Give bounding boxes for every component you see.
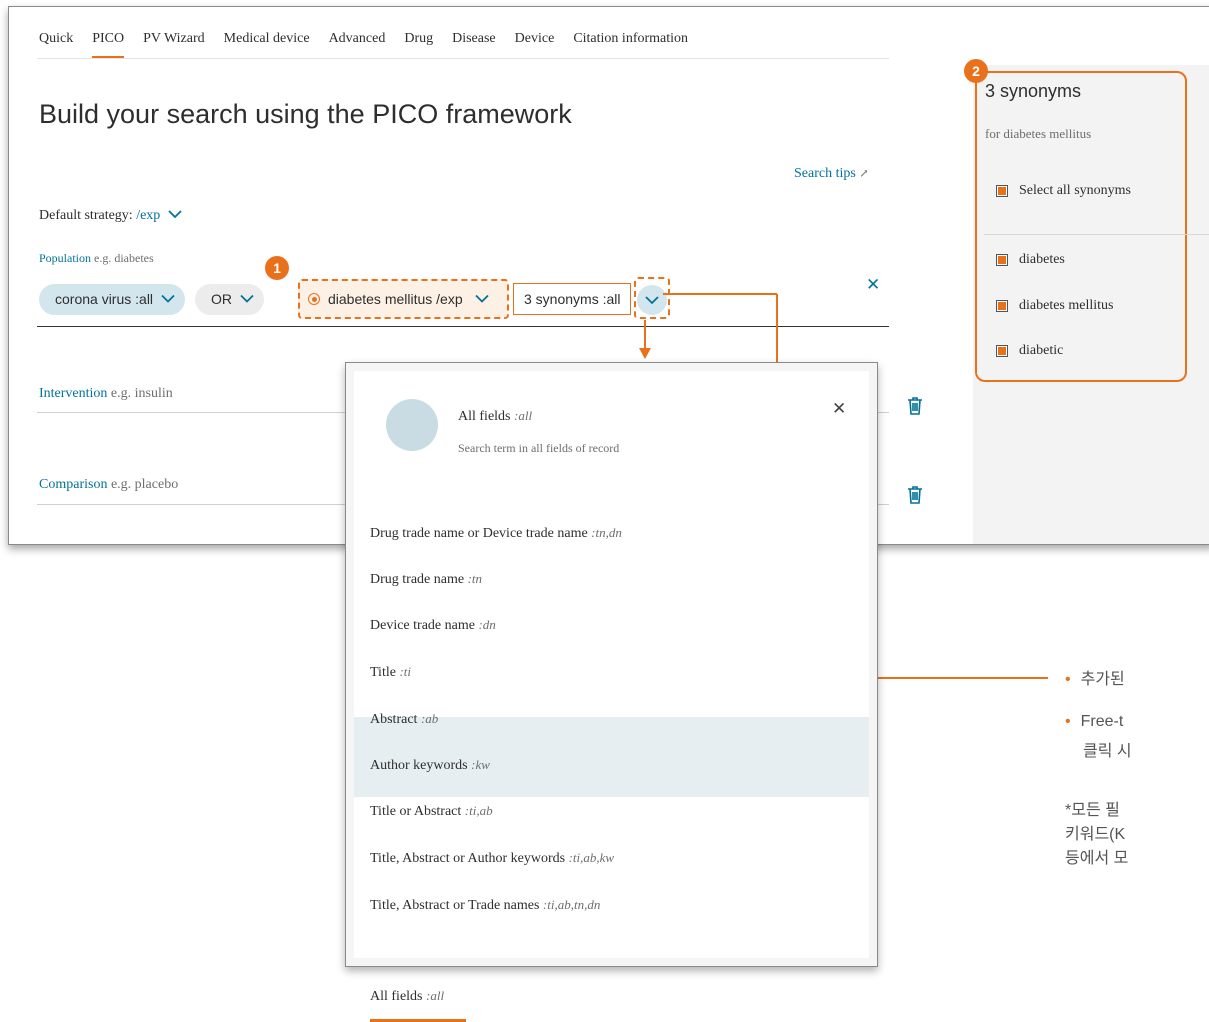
field-option-label: Title, Abstract or Trade names bbox=[370, 898, 540, 913]
field-option-code: :kw bbox=[471, 757, 490, 772]
field-option[interactable]: Abstract :ab bbox=[370, 711, 438, 728]
field-option[interactable]: Title :ti bbox=[370, 664, 411, 681]
field-option-label: Title bbox=[370, 665, 396, 680]
field-option-label: Abstract bbox=[370, 712, 418, 727]
bullet-icon: • bbox=[1065, 713, 1071, 730]
field-option-code: :dn bbox=[478, 617, 496, 632]
note-bullet-2-cont: 클릭 시 bbox=[1083, 743, 1132, 760]
field-option[interactable]: Title, Abstract or Trade names :ti,ab,tn… bbox=[370, 897, 600, 914]
field-option-selected[interactable]: All fields :all bbox=[370, 988, 444, 1005]
field-dropdown-body: All fields :all Search term in all field… bbox=[354, 371, 869, 1022]
field-option-label: Device trade name bbox=[370, 618, 475, 633]
field-option-code: :ti,ab bbox=[464, 803, 493, 818]
note-bullet-2: • Free-t bbox=[1065, 713, 1123, 731]
header-option-label: All fields bbox=[458, 409, 511, 424]
field-option-code: :tn,dn bbox=[591, 525, 622, 540]
field-option-code: :ti bbox=[399, 664, 412, 679]
header-option-code: :all bbox=[514, 408, 533, 423]
footnote-line-3: 등에서 모 bbox=[1065, 850, 1129, 867]
all-fields-avatar bbox=[386, 399, 438, 451]
field-option-label: Title, Abstract or Author keywords bbox=[370, 851, 566, 866]
bullet-icon: • bbox=[1065, 671, 1071, 688]
field-option-code: :ti,ab,kw bbox=[568, 850, 615, 865]
note-text: 추가된 bbox=[1080, 671, 1125, 688]
field-option[interactable]: Title or Abstract :ti,ab bbox=[370, 803, 493, 820]
field-option[interactable]: Drug trade name :tn bbox=[370, 571, 482, 588]
footnote-line-1: *모든 필 bbox=[1065, 802, 1120, 819]
field-option-label: All fields bbox=[370, 989, 423, 1004]
field-option[interactable]: Author keywords :kw bbox=[370, 757, 490, 774]
field-option-label: Author keywords bbox=[370, 758, 468, 773]
field-option-label: Drug trade name or Device trade name bbox=[370, 526, 588, 541]
note-text: Free-t bbox=[1080, 713, 1124, 730]
dropdown-header-description: Search term in all fields of record bbox=[458, 441, 620, 455]
field-option[interactable]: Title, Abstract or Author keywords :ti,a… bbox=[370, 850, 614, 867]
field-option[interactable]: Drug trade name or Device trade name :tn… bbox=[370, 525, 622, 542]
field-option[interactable]: Device trade name :dn bbox=[370, 617, 496, 634]
field-option-label: Title or Abstract bbox=[370, 804, 462, 819]
footnote-line-2: 키워드(K bbox=[1065, 826, 1126, 843]
field-option-code: :ab bbox=[420, 711, 439, 726]
field-option-label: Drug trade name bbox=[370, 572, 465, 587]
note-bullet-1: • 추가된 bbox=[1065, 665, 1125, 689]
field-option-code: :tn bbox=[467, 571, 483, 586]
field-option-code: :ti,ab,tn,dn bbox=[542, 897, 601, 912]
close-icon[interactable]: ✕ bbox=[832, 399, 846, 419]
field-option-code: :all bbox=[426, 988, 445, 1003]
field-dropdown-menu: All fields :all Search term in all field… bbox=[345, 362, 878, 1022]
dropdown-header-option[interactable]: All fields :all bbox=[458, 408, 532, 425]
